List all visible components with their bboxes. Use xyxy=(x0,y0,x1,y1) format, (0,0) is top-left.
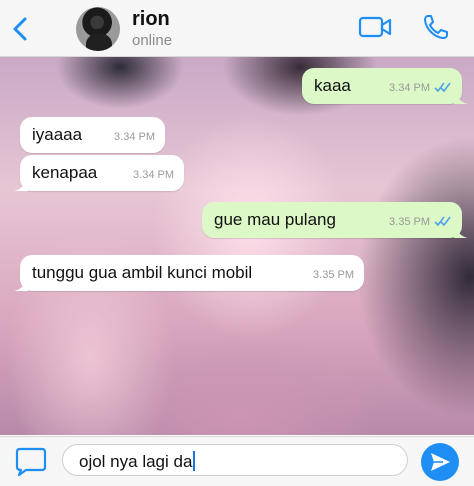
composer-bar: ojol nya lagi da xyxy=(0,436,474,486)
video-camera-icon[interactable] xyxy=(358,15,392,39)
chevron-left-icon[interactable] xyxy=(10,16,30,42)
message-input[interactable]: ojol nya lagi da xyxy=(62,444,408,476)
message-time: 3.34 PM xyxy=(133,169,174,181)
send-button[interactable] xyxy=(421,443,459,481)
send-icon xyxy=(431,453,450,471)
message-text: gue mau pulang xyxy=(214,210,336,229)
bubble-tail xyxy=(454,90,468,104)
bubble-tail xyxy=(454,224,468,238)
message-time: 3.35 PM xyxy=(313,269,354,281)
message-text: kenapaa xyxy=(32,163,98,182)
message-bubble-incoming[interactable]: tunggu gua ambil kunci mobil 3.35 PM xyxy=(14,255,364,291)
contact-name[interactable]: rion xyxy=(132,8,170,31)
message-input-value: ojol nya lagi da xyxy=(79,451,196,472)
contact-status: online xyxy=(132,32,173,49)
avatar[interactable] xyxy=(76,7,120,51)
message-time: 3.35 PM xyxy=(389,216,430,228)
bubble-tail xyxy=(14,177,28,191)
message-text: tunggu gua ambil kunci mobil xyxy=(32,263,253,282)
chat-header: rion online xyxy=(0,0,474,57)
message-text: kaaa xyxy=(314,76,351,95)
message-bubble-incoming[interactable]: kenapaa 3.34 PM xyxy=(14,155,184,191)
message-text: iyaaaa xyxy=(32,125,83,144)
message-bubble-incoming[interactable]: iyaaaa 3.34 PM xyxy=(20,117,165,153)
phone-icon[interactable] xyxy=(422,13,450,41)
message-bubble-outgoing[interactable]: kaaa 3.34 PM xyxy=(302,68,468,104)
double-check-icon xyxy=(434,216,451,227)
text-caret xyxy=(193,451,196,471)
bubble-tail xyxy=(14,277,28,291)
chat-area[interactable]: kaaa 3.34 PM iyaaaa 3.34 PM kenapaa 3.34… xyxy=(0,57,474,435)
message-time: 3.34 PM xyxy=(389,82,430,94)
message-time: 3.34 PM xyxy=(114,131,155,143)
double-check-icon xyxy=(434,82,451,93)
sticker-icon[interactable] xyxy=(14,445,48,477)
message-bubble-outgoing[interactable]: gue mau pulang 3.35 PM xyxy=(202,202,468,238)
